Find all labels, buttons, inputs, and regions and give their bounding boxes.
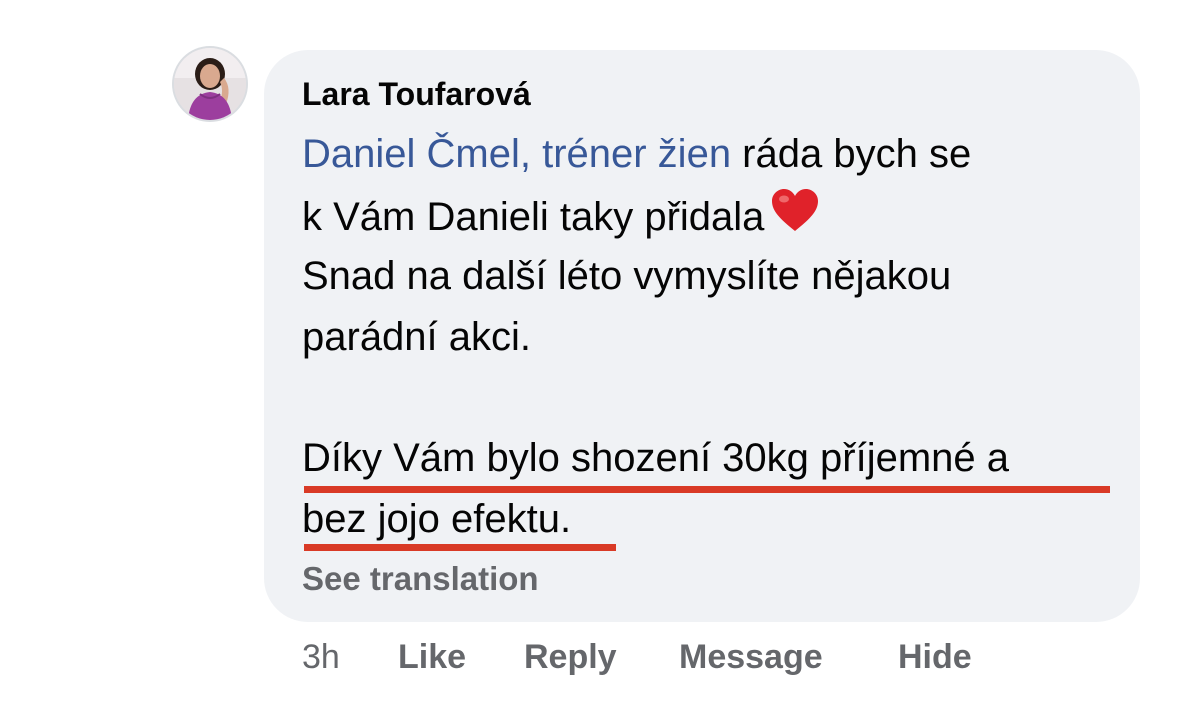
red-underline-1	[304, 486, 1110, 493]
comment-author[interactable]: Lara Toufarová	[302, 76, 531, 113]
comment-line-1: Daniel Čmel, tréner žien ráda bych se	[302, 130, 971, 178]
comment-line-5: Díky Vám bylo shození 30kg příjemné a	[302, 436, 1010, 480]
comment-text-1: ráda bych se	[731, 132, 972, 176]
avatar[interactable]	[174, 48, 246, 120]
see-translation-link[interactable]: See translation	[302, 560, 539, 598]
mention-link[interactable]: Daniel Čmel, tréner žien	[302, 132, 731, 176]
comment-text-2: k Vám Danieli taky přidala	[302, 195, 765, 240]
reply-button[interactable]: Reply	[524, 638, 617, 677]
red-underline-2	[304, 544, 616, 551]
comment-line-4: parádní akci.	[302, 315, 532, 359]
previous-comment-actions-cutoff	[0, 0, 1179, 6]
like-button[interactable]: Like	[398, 638, 466, 677]
comment-screen: Lara Toufarová Daniel Čmel, tréner žien …	[0, 0, 1179, 726]
comment-timestamp: 3h	[302, 638, 340, 676]
avatar-photo	[174, 48, 246, 120]
comment-line-6: bez jojo efektu.	[302, 497, 572, 541]
hide-button[interactable]: Hide	[898, 638, 972, 677]
message-button[interactable]: Message	[679, 638, 823, 677]
heart-emoji-icon	[770, 187, 820, 244]
comment-line-2: k Vám Danieli taky přidala	[302, 189, 820, 248]
comment-line-3: Snad na další léto vymyslíte nějakou	[302, 254, 952, 298]
